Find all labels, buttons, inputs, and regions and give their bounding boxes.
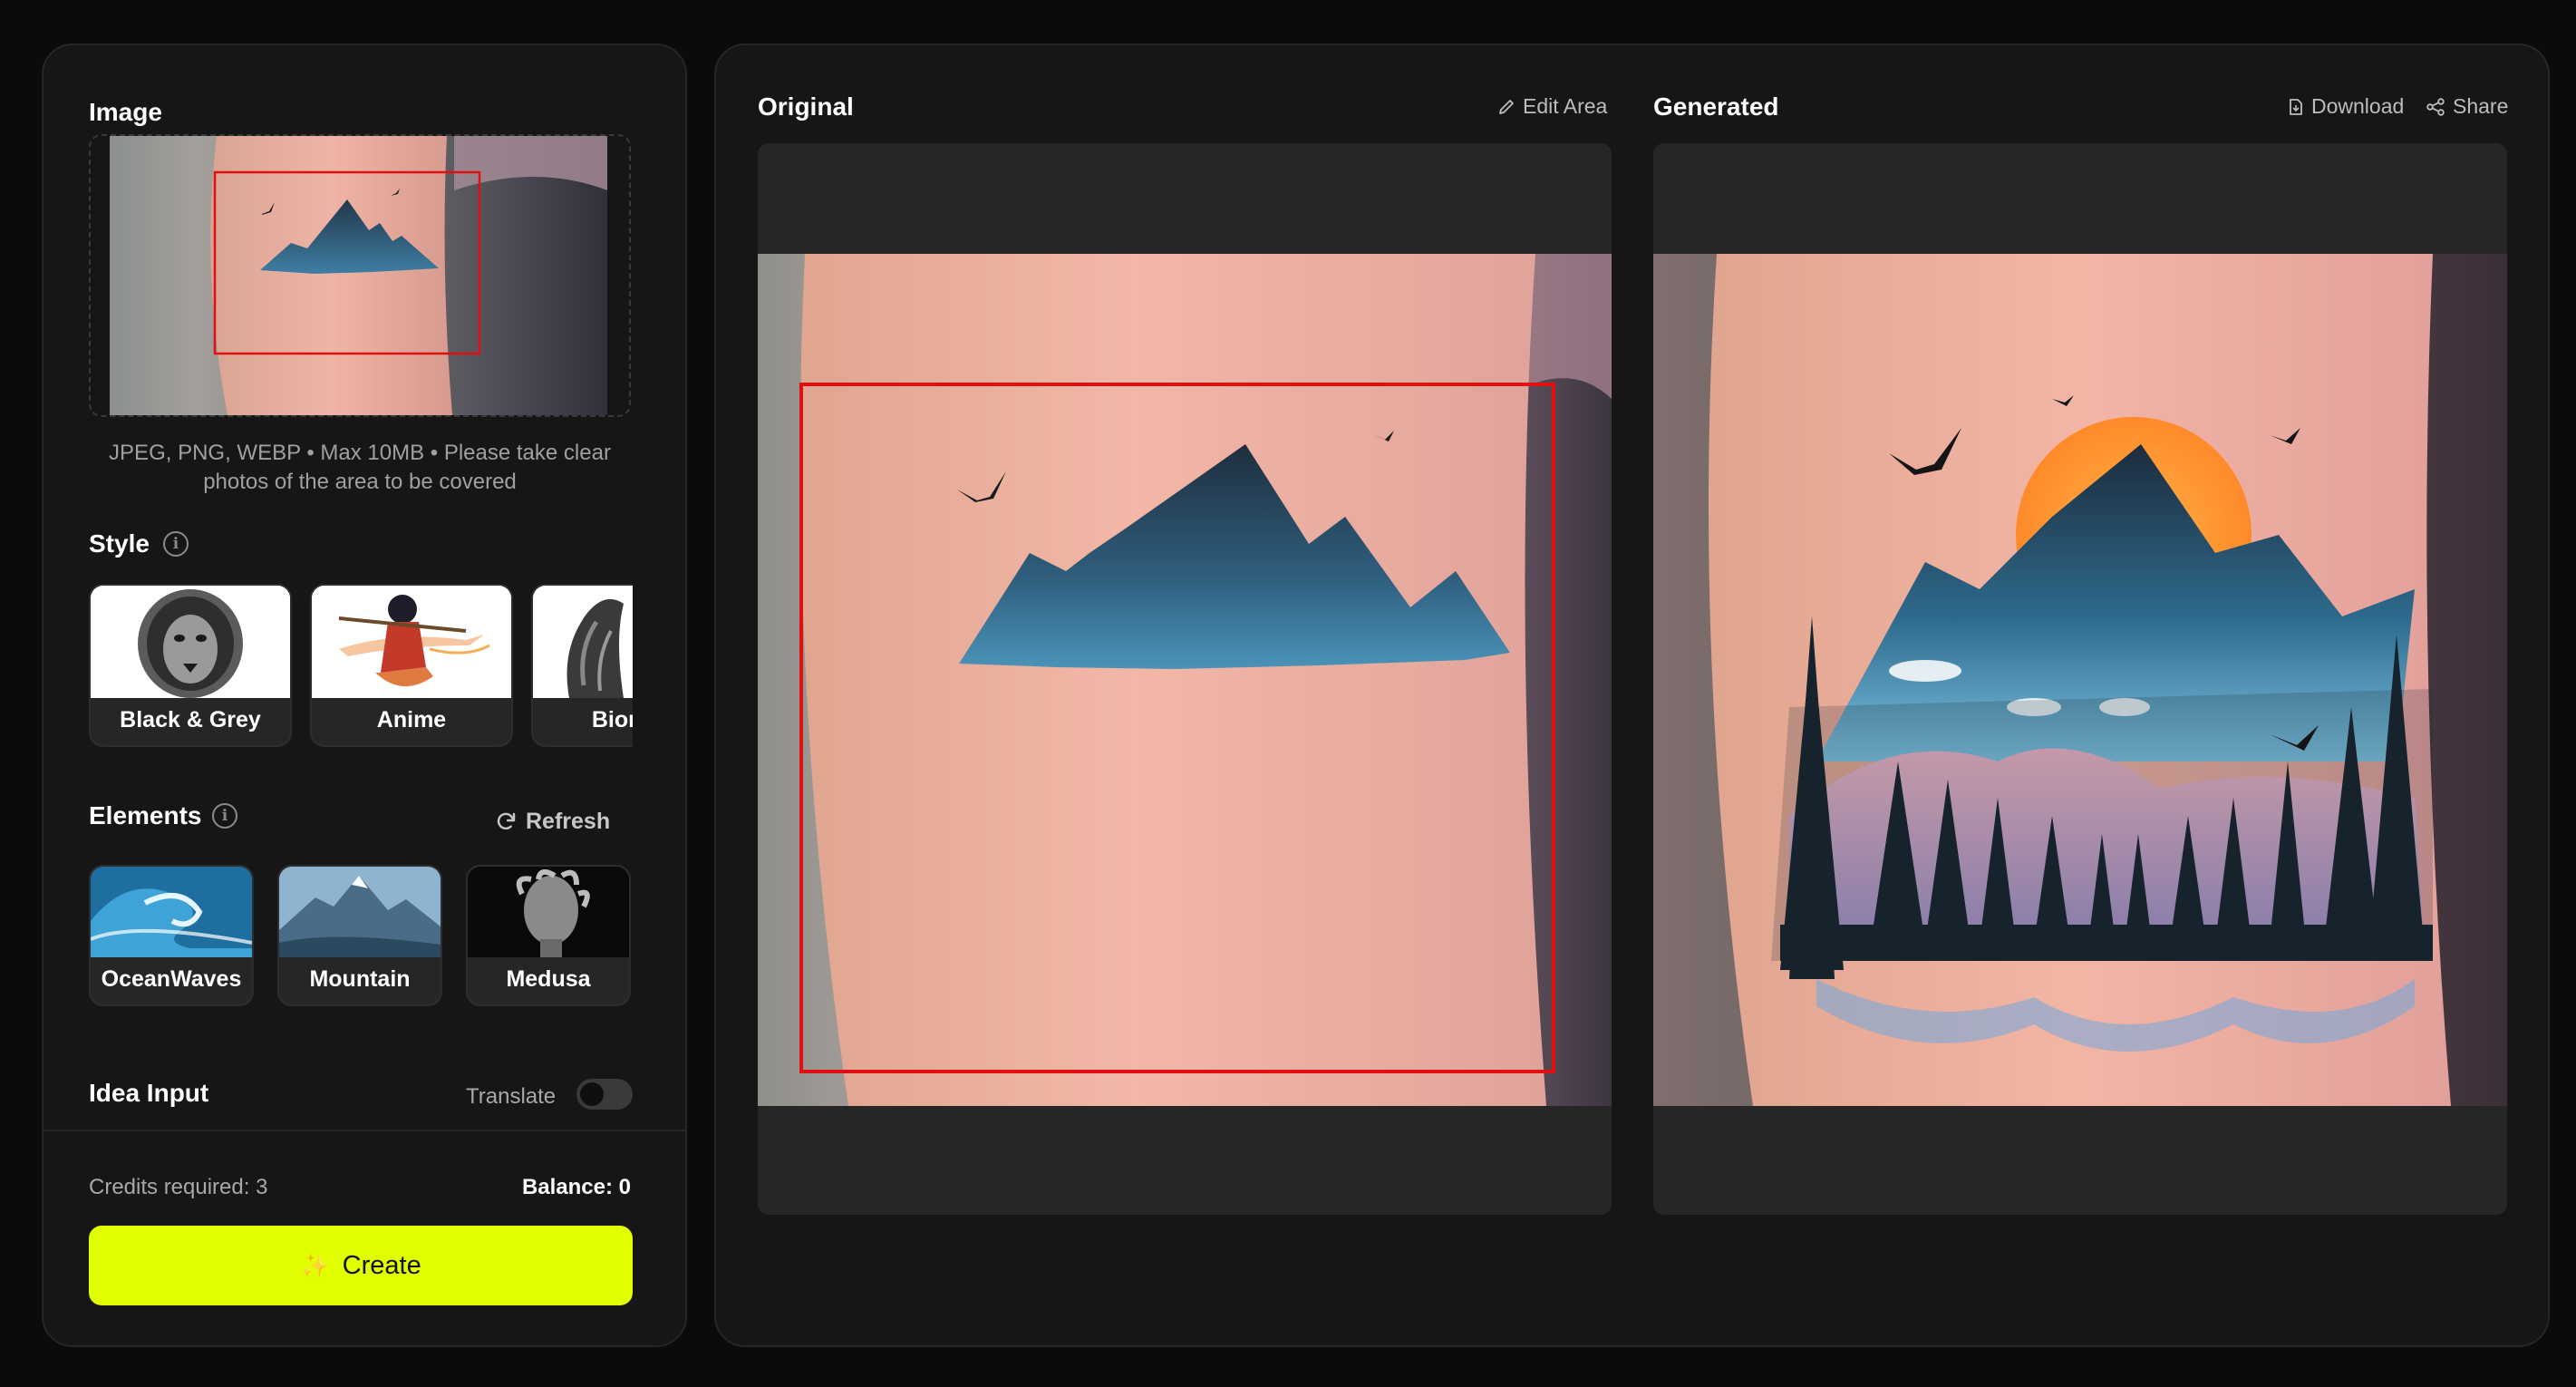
biomech-thumbnail <box>533 586 633 698</box>
element-card-medusa[interactable]: Medusa <box>466 865 631 1006</box>
image-section-title: Image <box>89 98 162 126</box>
pencil-icon <box>1499 99 1514 114</box>
lion-thumbnail <box>91 586 290 698</box>
upload-hint: JPEG, PNG, WEBP • Max 10MB • Please take… <box>109 441 611 494</box>
oceanwaves-thumbnail <box>91 867 252 957</box>
element-label: Medusa <box>506 966 591 992</box>
preview-panel: Original Edit Area Generated Download Sh… <box>714 44 2550 1347</box>
translate-toggle[interactable] <box>576 1079 633 1110</box>
style-label: Anime <box>376 707 447 732</box>
anime-thumbnail <box>312 586 511 698</box>
original-image[interactable] <box>758 254 1612 1106</box>
refresh-icon <box>497 812 516 830</box>
style-carousel[interactable]: Black & Grey Anime Bio <box>89 584 633 747</box>
mountain-thumbnail <box>279 867 441 957</box>
style-section-title: Style <box>89 529 150 558</box>
refresh-button[interactable]: Refresh <box>495 805 610 838</box>
download-button[interactable]: Download <box>2288 94 2404 119</box>
style-info-icon[interactable]: i <box>163 531 189 557</box>
elements-info-icon[interactable]: i <box>212 803 237 829</box>
share-label: Share <box>2453 94 2509 118</box>
toggle-knob <box>580 1082 604 1106</box>
download-label: Download <box>2311 94 2405 118</box>
medusa-thumbnail <box>468 867 629 957</box>
generated-image[interactable] <box>1653 254 2507 1106</box>
translate-label: Translate <box>466 1084 557 1109</box>
style-card-black-grey[interactable]: Black & Grey <box>89 584 292 747</box>
credits-required: Credits required: 3 <box>89 1175 268 1199</box>
create-label: Create <box>342 1250 421 1280</box>
style-label: Biomec <box>591 707 633 732</box>
share-button[interactable]: Share <box>2426 94 2508 119</box>
element-card-mountain[interactable]: Mountain <box>277 865 442 1006</box>
style-card-anime[interactable]: Anime <box>310 584 513 747</box>
original-title: Original <box>758 92 854 121</box>
control-panel: Image JPEG, PNG, WEBP • Max 10MB • Pleas… <box>42 44 687 1347</box>
edit-area-button[interactable]: Edit Area <box>1497 94 1607 119</box>
element-label: Mountain <box>309 966 411 992</box>
generated-image-frame <box>1653 143 2507 1215</box>
share-icon <box>2426 97 2445 116</box>
edit-area-label: Edit Area <box>1523 94 1608 118</box>
element-card-oceanwaves[interactable]: OceanWaves <box>89 865 254 1006</box>
file-download-icon <box>2290 98 2302 115</box>
style-label: Black & Grey <box>120 707 261 732</box>
refresh-label: Refresh <box>526 808 611 834</box>
sparkle-icon: ✨ <box>300 1251 330 1279</box>
generated-title: Generated <box>1653 92 1779 121</box>
original-image-frame <box>758 143 1612 1215</box>
element-label: OceanWaves <box>101 966 242 992</box>
elements-section-title: Elements <box>89 801 202 829</box>
balance-value: Balance: 0 <box>521 1175 631 1199</box>
idea-input-title: Idea Input <box>89 1079 209 1107</box>
create-button[interactable]: ✨ Create <box>89 1226 633 1305</box>
style-card-biomech[interactable]: Biomec <box>531 584 633 747</box>
uploaded-image-preview[interactable] <box>110 136 607 415</box>
